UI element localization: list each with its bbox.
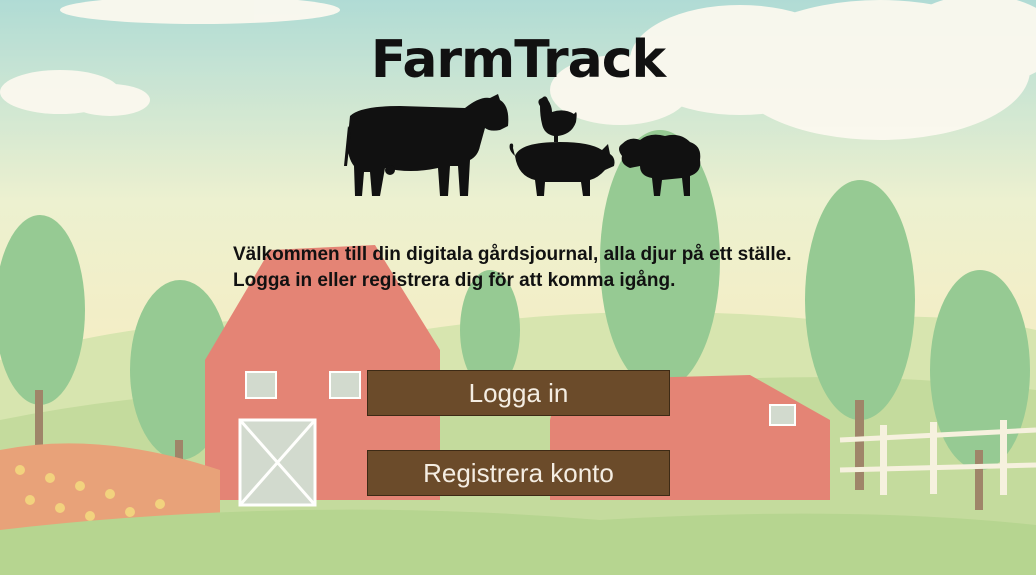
- pig-icon: [509, 142, 615, 196]
- register-account-button[interactable]: Registrera konto: [367, 450, 670, 496]
- login-button[interactable]: Logga in: [367, 370, 670, 416]
- welcome-line-1: Välkommen till din digitala gårdsjournal…: [233, 244, 792, 265]
- animal-silhouettes: [344, 94, 701, 196]
- welcome-line-2: Logga in eller registrera dig för att ko…: [233, 270, 676, 291]
- welcome-message: Välkommen till din digitala gårdsjournal…: [233, 242, 853, 294]
- app-logo-title: FarmTrack: [370, 30, 666, 90]
- cow-icon: [344, 94, 509, 196]
- sheep-icon: [619, 134, 701, 196]
- chicken-icon: [538, 96, 577, 142]
